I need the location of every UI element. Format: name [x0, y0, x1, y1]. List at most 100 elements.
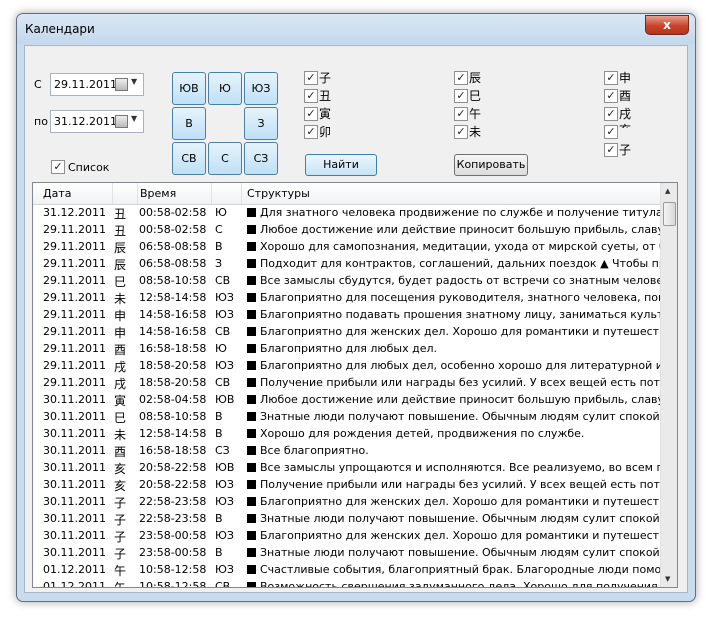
column-header-date[interactable]: Дата	[43, 187, 71, 200]
column-header-structures[interactable]: Структуры	[247, 187, 310, 200]
row-time: 08:58-10:58	[139, 410, 207, 423]
column-divider[interactable]	[137, 183, 138, 204]
scroll-up-icon[interactable]: ▲	[665, 187, 670, 195]
direction-button-sw[interactable]: ЮЗ	[244, 72, 278, 105]
branch-checkbox[interactable]: ✓	[604, 143, 618, 157]
row-date: 30.11.2011	[43, 393, 106, 406]
row-branch: 丑	[114, 224, 127, 238]
direction-button-n[interactable]: С	[208, 142, 242, 175]
table-row[interactable]: 30.11.2011 子 22:58-23:58 В Знатные люди полу…	[33, 511, 663, 528]
row-branch: 子	[114, 547, 127, 561]
branch-checkbox[interactable]: ✓	[454, 107, 468, 121]
column-header-time[interactable]: Время	[140, 187, 176, 200]
row-structure: Подходит для контрактов, соглашений, дал…	[247, 257, 661, 270]
row-branch: 午	[114, 579, 134, 587]
row-time: 16:58-18:58	[139, 444, 207, 457]
table-row[interactable]: 29.11.2011 辰 06:58-08:58 З Подходит для конт…	[33, 256, 663, 273]
direction-button-nw[interactable]: СЗ	[244, 142, 278, 175]
branch-checkbox[interactable]: ✓	[304, 71, 318, 85]
row-structure-text: Знатные люди получают повышение. Обычным…	[260, 410, 661, 423]
table-row[interactable]: 29.11.2011 戌 18:58-20:58 СВ Получение прибыл…	[33, 375, 663, 392]
calendar-icon[interactable]	[115, 78, 128, 91]
row-time: 23:58-00:58	[139, 546, 207, 559]
chevron-down-icon[interactable]: ▼	[131, 77, 137, 86]
column-divider[interactable]	[112, 183, 113, 204]
square-bullet-icon	[247, 480, 256, 489]
row-structure-text: Все замыслы упрощаются и исполняются. Вс…	[260, 461, 661, 474]
square-bullet-icon	[247, 463, 256, 472]
branch-checkbox[interactable]: ✓	[304, 125, 318, 139]
row-structure: Все благоприятно.	[247, 444, 661, 457]
branch-checkbox[interactable]: ✓	[604, 125, 618, 139]
table-row[interactable]: 29.11.2011 巳 08:58-10:58 СВ Все замыслы сбуд…	[33, 273, 663, 290]
row-date: 29.11.2011	[43, 325, 106, 338]
row-direction: Ю	[215, 342, 227, 355]
table-row[interactable]: 31.12.2011 丑 00:58-02:58 Ю Для знатного чело…	[33, 205, 663, 222]
table-row[interactable]: 01.12.2011 午 10:58-12:58 СВ Возможность свер…	[33, 579, 663, 587]
row-date: 29.11.2011	[43, 257, 106, 270]
row-time: 14:58-16:58	[139, 308, 207, 321]
chevron-down-icon[interactable]: ▼	[131, 114, 137, 123]
table-row[interactable]: 30.11.2011 亥 20:58-22:58 ЮВ Все замыслы упро…	[33, 460, 663, 477]
row-branch: 亥	[114, 462, 127, 476]
branch-checkbox[interactable]: ✓	[304, 107, 318, 121]
table-row[interactable]: 29.11.2011 辰 06:58-08:58 В Хорошо для самопо…	[33, 239, 663, 256]
branch-checkbox[interactable]: ✓	[454, 71, 468, 85]
branch-checkbox[interactable]: ✓	[604, 71, 618, 85]
branch-checkbox[interactable]: ✓	[604, 107, 618, 121]
branch-checkbox[interactable]: ✓	[304, 89, 318, 103]
table-row[interactable]: 30.11.2011 未 12:58-14:58 В Хорошо для рожден…	[33, 426, 663, 443]
direction-button-e[interactable]: В	[172, 107, 206, 140]
title-bar[interactable]: Календари x	[17, 14, 695, 44]
from-date-picker[interactable]: 29.11.2011 ▼	[50, 73, 144, 96]
row-structure-text: Хорошо для рождения детей, продвижения п…	[260, 427, 585, 440]
row-date: 30.11.2011	[43, 410, 106, 423]
find-button[interactable]: Найти	[305, 154, 377, 176]
to-date-picker[interactable]: 31.12.2011 ▼	[50, 110, 144, 133]
table-row[interactable]: 29.11.2011 酉 16:58-18:58 Ю Благоприятно для …	[33, 341, 663, 358]
table-row[interactable]: 30.11.2011 巳 08:58-10:58 В Знатные люди полу…	[33, 409, 663, 426]
row-date: 30.11.2011	[43, 461, 106, 474]
table-row[interactable]: 29.11.2011 申 14:58-16:58 СВ Благоприятно для…	[33, 324, 663, 341]
table-row[interactable]: 30.11.2011 子 23:58-00:58 В Знатные люди полу…	[33, 545, 663, 562]
row-structure-text: Благоприятно для посещения руководителя,…	[260, 291, 661, 304]
row-date: 30.11.2011	[43, 529, 106, 542]
table-row[interactable]: 30.11.2011 亥 20:58-22:58 ЮЗ Получение прибыл…	[33, 477, 663, 494]
table-row[interactable]: 30.11.2011 寅 02:58-04:58 ЮВ Любое достижение…	[33, 392, 663, 409]
list-checkbox[interactable]: ✓	[51, 160, 65, 174]
vertical-scrollbar[interactable]: ▲ ▼	[660, 183, 677, 587]
row-structure-text: Получение прибыли или награды без усилий…	[260, 478, 661, 491]
square-bullet-icon	[247, 327, 256, 336]
column-divider[interactable]	[211, 183, 212, 204]
close-button[interactable]: x	[645, 15, 689, 35]
direction-button-s[interactable]: Ю	[208, 72, 242, 105]
results-table[interactable]: Дата Время Структуры 31.12.2011 丑 00:58-02…	[32, 182, 678, 588]
column-divider[interactable]	[241, 183, 242, 204]
row-structure: Получение прибыли или награды без усилий…	[247, 478, 661, 491]
table-row[interactable]: 29.11.2011 申 14:58-16:58 ЮЗ Благоприятно под…	[33, 307, 663, 324]
row-branch: 亥	[114, 479, 127, 493]
square-bullet-icon	[247, 259, 256, 268]
table-row[interactable]: 30.11.2011 子 22:58-23:58 ЮЗ Благоприятно для…	[33, 494, 663, 511]
branch-checkbox[interactable]: ✓	[454, 125, 468, 139]
row-structure-text: Любое достижение или действие приносит б…	[260, 393, 661, 406]
row-structure: Получение прибыли или награды без усилий…	[247, 376, 661, 389]
table-row[interactable]: 29.11.2011 戌 18:58-20:58 ЮЗ Благоприятно для…	[33, 358, 663, 375]
row-structure: Знатные люди получают повышение. Обычным…	[247, 512, 661, 525]
table-row[interactable]: 01.12.2011 午 10:58-12:58 ЮЗ Счастливые событ…	[33, 562, 663, 579]
row-structure: Любое достижение или действие приносит б…	[247, 223, 661, 236]
scroll-thumb[interactable]	[663, 202, 676, 226]
table-row[interactable]: 30.11.2011 酉 16:58-18:58 СЗ Все благоприятно…	[33, 443, 663, 460]
table-row[interactable]: 29.11.2011 未 12:58-14:58 ЮЗ Благоприятно для…	[33, 290, 663, 307]
direction-button-w[interactable]: З	[244, 107, 278, 140]
scroll-down-icon[interactable]: ▼	[665, 575, 670, 583]
branch-checkbox[interactable]: ✓	[604, 89, 618, 103]
direction-button-se[interactable]: ЮВ	[172, 72, 206, 105]
table-row[interactable]: 30.11.2011 子 23:58-00:58 ЮЗ Благоприятно для…	[33, 528, 663, 545]
row-structure-text: Подходит для контрактов, соглашений, дал…	[260, 257, 661, 270]
branch-checkbox[interactable]: ✓	[454, 89, 468, 103]
calendar-icon[interactable]	[115, 115, 128, 128]
copy-button[interactable]: Копировать	[454, 154, 528, 176]
direction-button-ne[interactable]: СВ	[172, 142, 206, 175]
table-row[interactable]: 29.11.2011 丑 00:58-02:58 С Любое достижение …	[33, 222, 663, 239]
